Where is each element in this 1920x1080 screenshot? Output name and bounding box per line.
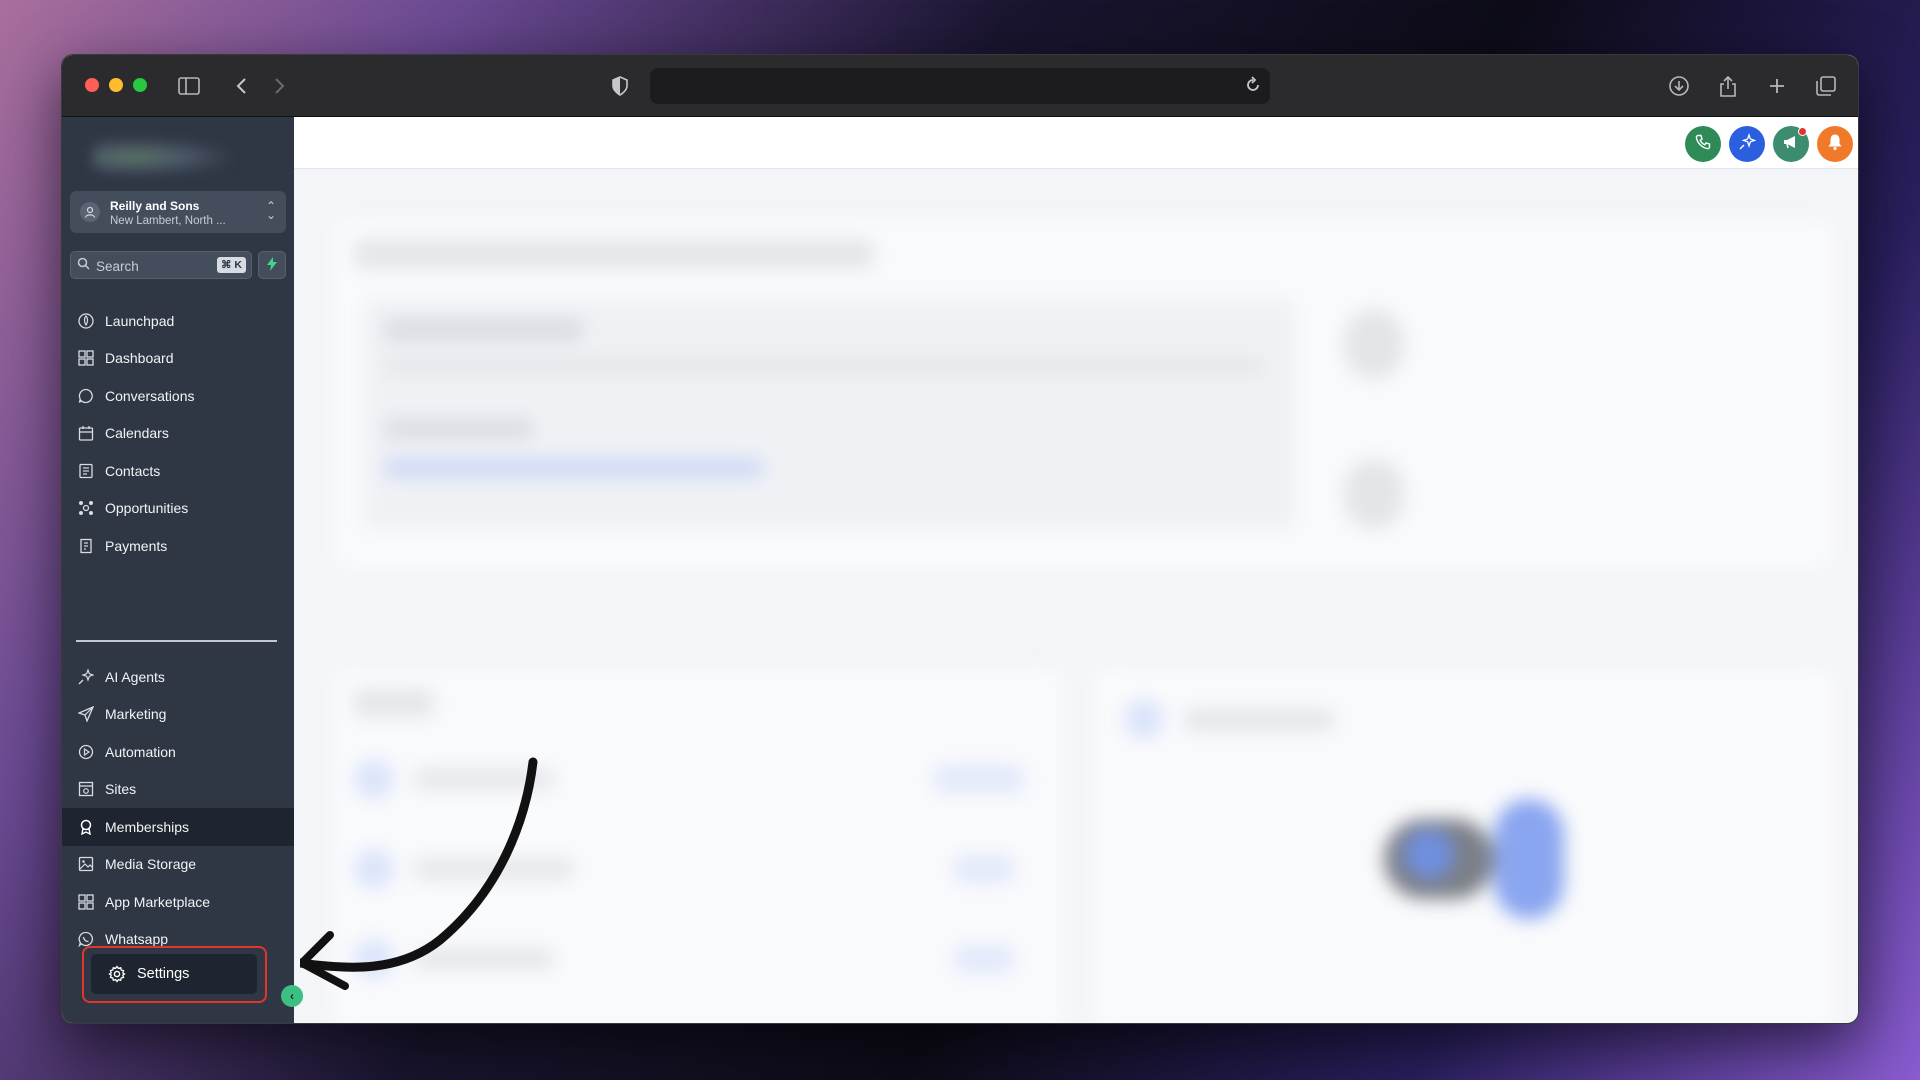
blurred-panel [334, 219, 1834, 569]
sidebar-item-opportunities[interactable]: Opportunities [62, 490, 294, 528]
bolt-icon [266, 256, 278, 274]
sidebar-item-app-marketplace[interactable]: App Marketplace [62, 883, 294, 921]
sidebar-item-media-storage[interactable]: Media Storage [62, 846, 294, 884]
search-input[interactable]: Search ⌘ K [70, 251, 252, 279]
search-shortcut: ⌘ K [217, 257, 246, 273]
sidebar-item-payments[interactable]: Payments [62, 527, 294, 565]
sidebar-item-launchpad[interactable]: Launchpad [62, 302, 294, 340]
notifications-button[interactable] [1817, 126, 1853, 162]
notification-dot [1798, 127, 1807, 136]
account-avatar-icon [80, 202, 100, 222]
maximize-window-button[interactable] [133, 78, 147, 92]
sidebar-item-label: Calendars [105, 425, 169, 442]
announcements-button[interactable] [1773, 126, 1809, 162]
secondary-nav: AI Agents Marketing Automation Sites Mem… [62, 658, 294, 958]
sidebar-item-automation[interactable]: Automation [62, 733, 294, 771]
sidebar-divider [76, 640, 277, 642]
sidebar-item-conversations[interactable]: Conversations [62, 377, 294, 415]
app-header: ? [294, 117, 1858, 169]
sidebar-item-label: AI Agents [105, 668, 165, 685]
settings-button[interactable]: Settings [91, 954, 257, 994]
award-icon [77, 818, 95, 836]
sidebar-item-label: App Marketplace [105, 893, 211, 910]
sidebar-item-label: Payments [105, 537, 168, 554]
search-icon [77, 257, 90, 273]
annotation-arrow [300, 757, 538, 990]
megaphone-icon [1782, 134, 1800, 155]
chevron-left-icon: ‹ [290, 989, 294, 1003]
sidebar-item-label: Automation [105, 743, 176, 760]
primary-nav: Launchpad Dashboard Conversations Calend… [62, 302, 294, 565]
sidebar-item-label: Contacts [105, 462, 161, 479]
shield-icon[interactable] [607, 73, 633, 99]
quick-actions-button[interactable] [258, 251, 286, 279]
sidebar-item-dashboard[interactable]: Dashboard [62, 340, 294, 378]
sidebar-item-label: Sites [105, 781, 137, 798]
new-tab-icon[interactable] [1764, 73, 1790, 99]
account-name: Reilly and Sons [110, 199, 200, 213]
sidebar-item-label: Whatsapp [105, 931, 169, 948]
account-location: New Lambert, North ... [110, 215, 226, 227]
sidebar-item-label: Marketing [105, 706, 167, 723]
account-switcher[interactable]: Reilly and Sons New Lambert, North ... ⌃… [70, 191, 286, 233]
sidebar: Reilly and Sons New Lambert, North ... ⌃… [62, 117, 294, 1023]
download-icon[interactable] [1666, 73, 1692, 99]
minimize-window-button[interactable] [109, 78, 123, 92]
sidebar-toggle-icon[interactable] [176, 73, 202, 99]
sidebar-item-label: Dashboard [105, 350, 174, 367]
tab-overview-icon[interactable] [1813, 73, 1839, 99]
sidebar-item-calendars[interactable]: Calendars [62, 415, 294, 453]
automation-icon [77, 743, 95, 761]
address-bar[interactable] [650, 68, 1270, 104]
sidebar-item-label: Launchpad [105, 312, 175, 329]
back-icon[interactable] [228, 73, 254, 99]
close-window-button[interactable] [85, 78, 99, 92]
calendar-icon [77, 424, 95, 442]
sites-icon [77, 780, 95, 798]
phone-button[interactable] [1685, 126, 1721, 162]
bell-icon [1827, 133, 1843, 156]
sidebar-item-label: Opportunities [105, 500, 189, 517]
logo [92, 139, 232, 175]
send-icon [77, 705, 95, 723]
ai-assistant-button[interactable] [1729, 126, 1765, 162]
payments-icon [77, 537, 95, 555]
chevron-updown-icon: ⌃ ⌄ [265, 199, 276, 222]
contacts-icon [77, 462, 95, 480]
sidebar-item-label: Memberships [105, 818, 190, 835]
apps-icon [77, 893, 95, 911]
forward-icon[interactable] [267, 73, 293, 99]
sparkles-icon [77, 668, 95, 686]
sparkle-icon [1738, 132, 1757, 156]
sidebar-item-label: Media Storage [105, 856, 197, 873]
sidebar-item-marketing[interactable]: Marketing [62, 696, 294, 734]
image-icon [77, 855, 95, 873]
browser-toolbar [62, 55, 1858, 117]
rocket-icon [77, 312, 95, 330]
grid-icon [77, 349, 95, 367]
settings-label: Settings [137, 966, 190, 982]
phone-icon [1695, 134, 1711, 155]
blurred-graphic-card [1094, 669, 1834, 1023]
sidebar-item-sites[interactable]: Sites [62, 771, 294, 809]
sidebar-item-label: Conversations [105, 387, 195, 404]
sidebar-item-ai-agents[interactable]: AI Agents [62, 658, 294, 696]
reload-icon[interactable] [1244, 76, 1262, 99]
gear-icon [107, 964, 127, 984]
sidebar-item-contacts[interactable]: Contacts [62, 452, 294, 490]
search-placeholder: Search [96, 259, 139, 274]
chat-icon [77, 387, 95, 405]
share-icon[interactable] [1715, 73, 1741, 99]
opportunities-icon [77, 499, 95, 517]
sidebar-item-memberships[interactable]: Memberships [62, 808, 294, 846]
collapse-sidebar-button[interactable]: ‹ [281, 985, 303, 1007]
